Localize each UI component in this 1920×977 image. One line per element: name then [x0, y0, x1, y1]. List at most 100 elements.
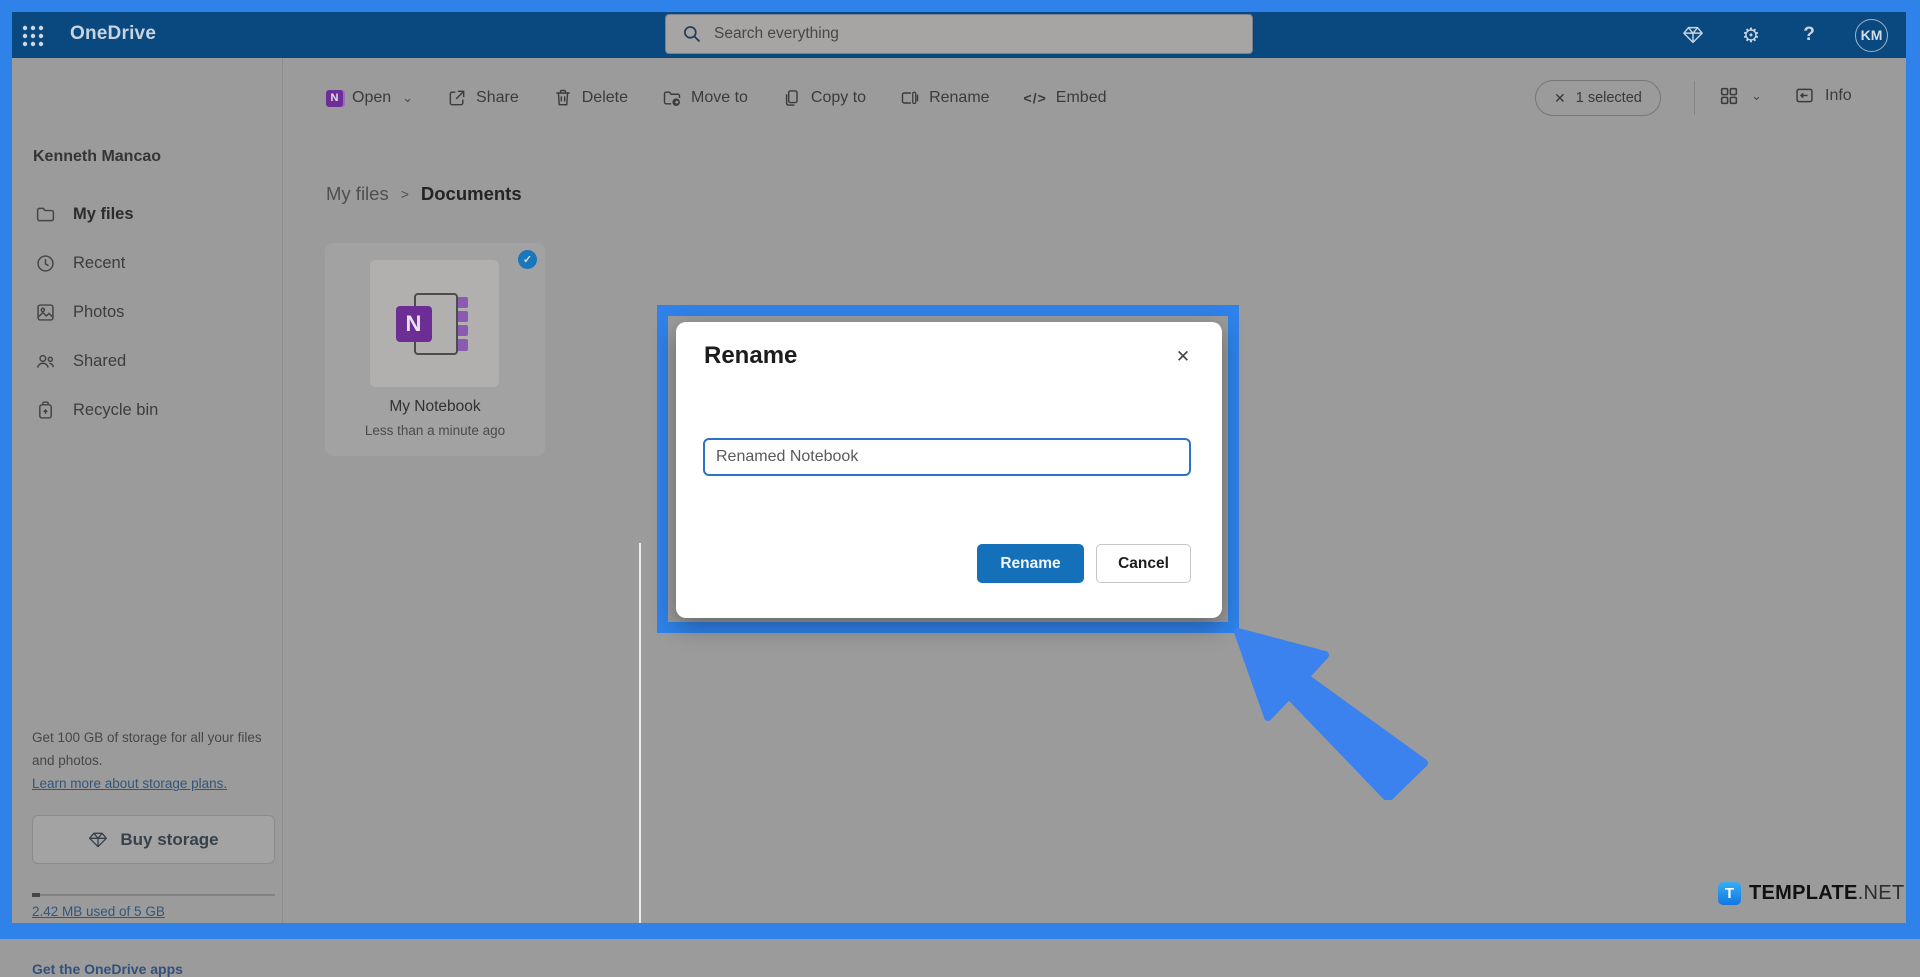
image-icon — [35, 302, 56, 323]
content-divider-line — [639, 543, 641, 923]
info-label: Info — [1825, 87, 1852, 105]
sidebar-item-photos[interactable]: Photos — [12, 288, 282, 337]
file-modified-time: Less than a minute ago — [325, 423, 545, 438]
app-launcher-icon[interactable] — [22, 25, 44, 47]
move-to-icon — [662, 88, 682, 108]
storage-promo: Get 100 GB of storage for all your files… — [32, 726, 280, 796]
sidebar-item-recycle-bin[interactable]: Recycle bin — [12, 386, 282, 435]
clock-icon — [35, 253, 56, 274]
storage-learn-more-link[interactable]: Learn more about storage plans. — [32, 776, 227, 791]
annotation-frame-bottom — [0, 923, 1920, 939]
embed-icon: </> — [1024, 90, 1047, 106]
sidebar-item-label: Photos — [73, 303, 124, 322]
selected-check-icon[interactable]: ✓ — [518, 250, 537, 269]
toolbar-open-button[interactable]: N Open ⌄ — [326, 89, 413, 107]
file-thumbnail: N — [370, 260, 499, 387]
storage-promo-text: Get 100 GB of storage for all your files… — [32, 730, 262, 768]
toolbar-copy-to-button[interactable]: Copy to — [782, 88, 866, 108]
template-brand-text: TEMPLATE.NET — [1749, 882, 1904, 905]
notebook-tabs — [458, 297, 468, 351]
storage-quota-bar — [32, 894, 275, 896]
sidebar-item-label: Shared — [73, 352, 126, 371]
toolbar-share-button[interactable]: Share — [447, 88, 519, 108]
chevron-down-icon: ⌄ — [1751, 88, 1762, 104]
share-icon — [447, 88, 467, 108]
onenote-notebook-icon: N — [396, 291, 474, 357]
annotation-frame-right — [1906, 0, 1920, 939]
annotation-frame-left — [0, 0, 12, 939]
toolbar-embed-label: Embed — [1056, 89, 1107, 107]
toolbar-copy-to-label: Copy to — [811, 89, 866, 107]
breadcrumb-current: Documents — [421, 183, 522, 205]
onenote-icon: N — [326, 90, 343, 107]
brand-bold: TEMPLATE — [1749, 882, 1858, 905]
rename-input[interactable] — [703, 438, 1191, 476]
onenote-n-badge: N — [396, 306, 432, 342]
get-onedrive-apps-link[interactable]: Get the OneDrive apps — [32, 961, 183, 977]
copy-to-icon — [782, 88, 802, 108]
info-pane-icon — [1794, 85, 1815, 106]
annotation-arrow-icon — [1228, 620, 1428, 800]
sidebar-item-label: Recent — [73, 254, 125, 273]
avatar[interactable]: KM — [1855, 19, 1888, 52]
brand-suffix: .NET — [1858, 882, 1905, 905]
sidebar-item-recent[interactable]: Recent — [12, 239, 282, 288]
delete-icon — [553, 88, 573, 108]
sidebar-nav: My files Recent Photos Shared Recycle bi… — [12, 190, 282, 435]
people-icon — [35, 351, 56, 372]
chevron-down-icon: ⌄ — [402, 90, 413, 106]
toolbar-move-to-button[interactable]: Move to — [662, 88, 748, 108]
rename-icon — [900, 88, 920, 108]
view-options-button[interactable]: ⌄ — [1718, 85, 1762, 107]
sidebar-item-shared[interactable]: Shared — [12, 337, 282, 386]
breadcrumb-parent[interactable]: My files — [326, 183, 389, 205]
folder-icon — [35, 204, 56, 225]
diamond-icon — [88, 830, 108, 850]
toolbar-rename-button[interactable]: Rename — [900, 88, 989, 108]
sidebar: Kenneth Mancao My files Recent Photos Sh… — [12, 58, 283, 923]
toolbar-move-to-label: Move to — [691, 89, 748, 107]
grid-view-icon — [1718, 85, 1740, 107]
cancel-button[interactable]: Cancel — [1096, 544, 1191, 583]
search-input[interactable]: Search everything — [665, 14, 1253, 54]
breadcrumb: My files > Documents — [326, 183, 522, 205]
storage-usage-link[interactable]: 2.42 MB used of 5 GB — [32, 904, 165, 919]
file-tile-my-notebook[interactable]: N ✓ My Notebook Less than a minute ago — [325, 243, 545, 456]
sidebar-item-label: My files — [73, 205, 134, 224]
toolbar-open-label: Open — [352, 89, 391, 107]
template-net-watermark: T TEMPLATE.NET — [1718, 882, 1904, 905]
settings-gear-icon[interactable]: ⚙ — [1739, 23, 1763, 47]
search-icon — [682, 24, 702, 44]
toolbar-delete-label: Delete — [582, 89, 628, 107]
command-toolbar: N Open ⌄ Share Delete Move to Copy to Re… — [326, 80, 1107, 116]
info-button[interactable]: Info — [1794, 85, 1852, 106]
toolbar-rename-label: Rename — [929, 89, 989, 107]
help-icon[interactable]: ? — [1797, 23, 1821, 47]
close-icon[interactable]: ✕ — [1170, 344, 1196, 370]
toolbar-embed-button[interactable]: </> Embed — [1024, 89, 1107, 107]
dialog-title: Rename — [704, 342, 797, 370]
buy-storage-label: Buy storage — [120, 830, 218, 850]
buy-storage-button[interactable]: Buy storage — [32, 815, 275, 864]
breadcrumb-separator-icon: > — [401, 186, 409, 202]
sidebar-item-label: Recycle bin — [73, 401, 158, 420]
sidebar-user-name: Kenneth Mancao — [33, 148, 161, 166]
selection-pill[interactable]: ✕ 1 selected — [1535, 80, 1661, 116]
toolbar-share-label: Share — [476, 89, 519, 107]
selection-count-label: 1 selected — [1576, 90, 1642, 106]
rename-dialog: Rename ✕ Rename Cancel — [676, 322, 1222, 618]
annotation-frame-top — [0, 0, 1920, 12]
storage-quota-fill — [32, 893, 40, 897]
app-title: OneDrive — [70, 23, 156, 45]
toolbar-separator — [1694, 81, 1695, 115]
recycle-bin-icon — [35, 400, 56, 421]
file-name: My Notebook — [325, 398, 545, 416]
app-header: OneDrive Search everything ⚙ ? KM — [12, 12, 1906, 58]
header-actions: ⚙ ? KM — [1681, 12, 1888, 58]
sidebar-item-my-files[interactable]: My files — [12, 190, 282, 239]
toolbar-delete-button[interactable]: Delete — [553, 88, 628, 108]
premium-diamond-icon[interactable] — [1681, 23, 1705, 47]
template-logo-icon: T — [1718, 882, 1741, 905]
dismiss-selection-icon[interactable]: ✕ — [1554, 90, 1566, 107]
rename-confirm-button[interactable]: Rename — [977, 544, 1084, 583]
